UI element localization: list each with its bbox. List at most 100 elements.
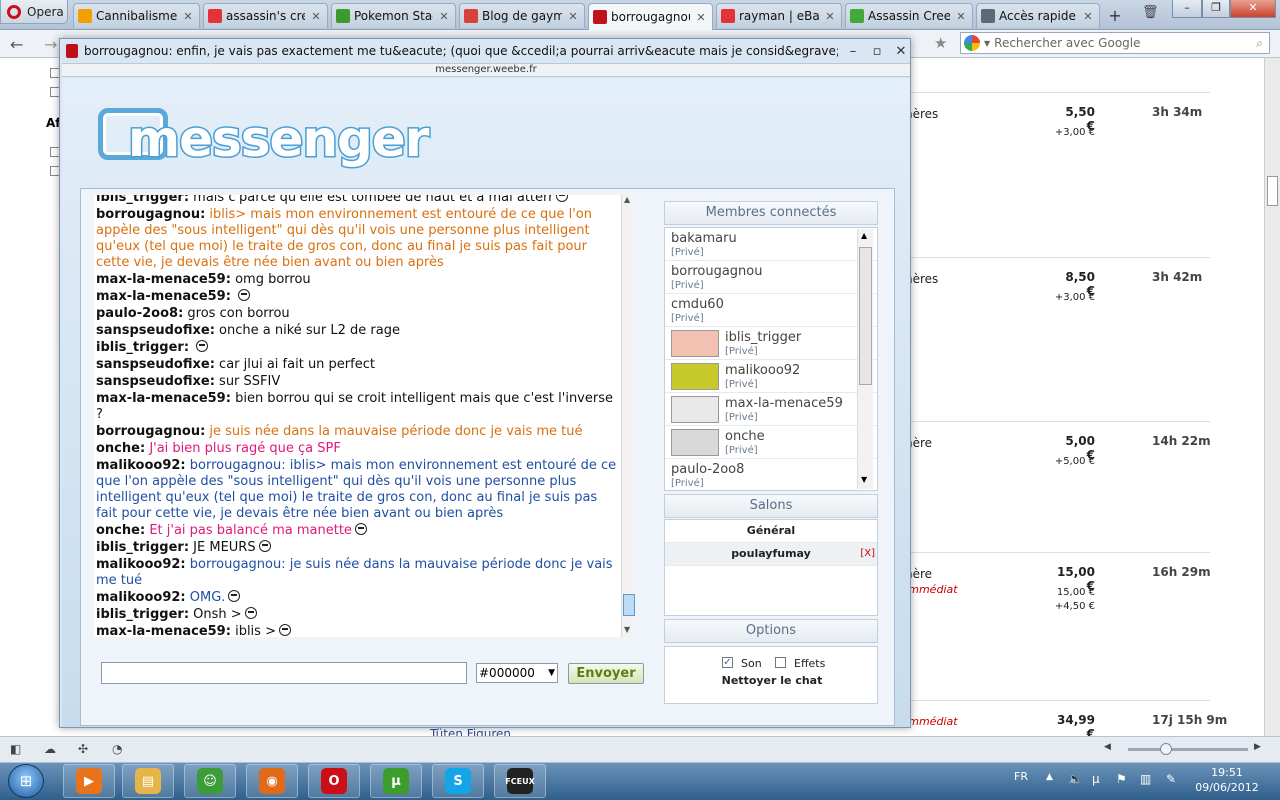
- message-author[interactable]: borrougagnou:: [96, 207, 205, 222]
- message-author[interactable]: malikooo92:: [96, 557, 186, 572]
- member-name[interactable]: malikooo92: [725, 363, 800, 378]
- scroll-up-icon[interactable]: ▲: [624, 195, 630, 204]
- tab-6[interactable]: Assassin Creed... ✕: [845, 3, 973, 28]
- message-scrollbar[interactable]: ▲ ▼: [621, 195, 635, 637]
- close-tab-icon[interactable]: ✕: [566, 10, 580, 23]
- member-item[interactable]: onche [Privé]: [665, 426, 877, 459]
- room-item[interactable]: Général: [665, 520, 877, 543]
- forward-arrow-icon[interactable]: →: [44, 35, 57, 54]
- member-item[interactable]: bakamaru [Privé]: [665, 228, 877, 261]
- message-author[interactable]: sanspseudofixe:: [96, 323, 215, 338]
- member-item[interactable]: cmdu60 [Privé]: [665, 294, 877, 327]
- message-author[interactable]: max-la-menace59:: [96, 272, 231, 287]
- message-author[interactable]: malikooo92:: [96, 590, 186, 605]
- unite-icon[interactable]: ✣: [78, 742, 88, 756]
- tab-2[interactable]: Pokemon Stad... ✕: [331, 3, 456, 28]
- taskbar-utorrent[interactable]: µ: [370, 764, 422, 798]
- close-tab-icon[interactable]: ✕: [823, 10, 837, 23]
- tab-7[interactable]: Accès rapide ✕: [976, 3, 1100, 28]
- listing-row[interactable]: hère 5,00 € +5,00 €14h 22m: [905, 421, 1211, 552]
- listing-row[interactable]: Immédiat 34,99 €17j 15h 9m: [905, 700, 1227, 741]
- close-tab-icon[interactable]: ✕: [694, 11, 708, 24]
- send-button[interactable]: Envoyer: [568, 663, 644, 684]
- color-select[interactable]: #000000 ▼: [476, 663, 558, 683]
- message-author[interactable]: sanspseudofixe:: [96, 357, 215, 372]
- close-tab-icon[interactable]: ✕: [309, 10, 323, 23]
- pen-icon[interactable]: ✎: [1166, 772, 1176, 786]
- message-author[interactable]: borrougagnou:: [96, 424, 205, 439]
- popup-minimize-button[interactable]: –: [844, 44, 862, 59]
- close-room-button[interactable]: [X]: [860, 543, 875, 565]
- clean-chat-link[interactable]: Nettoyer le chat: [665, 674, 879, 687]
- zoom-slider-knob[interactable]: [1160, 743, 1172, 755]
- restore-button[interactable]: ❐: [1202, 0, 1230, 18]
- start-button[interactable]: ⊞: [8, 764, 44, 798]
- popup-title-bar[interactable]: borrougagnou: enfin, je vais pas exactem…: [60, 39, 910, 63]
- popup-maximize-button[interactable]: ▫: [868, 44, 886, 59]
- taskbar-media-player[interactable]: ▶: [63, 764, 115, 798]
- network-icon[interactable]: ▥: [1140, 772, 1151, 786]
- tab-5[interactable]: rayman | eBay ✕: [716, 3, 842, 28]
- page-scrollbar[interactable]: [1264, 58, 1280, 736]
- private-message-link[interactable]: [Privé]: [671, 313, 704, 324]
- popup-close-button[interactable]: ✕: [892, 44, 910, 59]
- tab-0[interactable]: Cannibalisme ... ✕: [73, 3, 200, 28]
- scroll-up-icon[interactable]: ▲: [861, 231, 867, 240]
- trash-icon[interactable]: 🗑: [1142, 5, 1159, 23]
- member-name[interactable]: max-la-menace59: [725, 396, 843, 411]
- panel-toggle-icon[interactable]: ◧: [10, 742, 21, 756]
- message-author[interactable]: malikooo92:: [96, 458, 186, 473]
- tab-1[interactable]: assassin's creed... ✕: [203, 3, 328, 28]
- zoom-in-icon[interactable]: ▶: [1254, 742, 1261, 752]
- message-author[interactable]: iblis_trigger:: [96, 195, 189, 205]
- close-tab-icon[interactable]: ✕: [437, 10, 451, 23]
- member-item[interactable]: malikooo92 [Privé]: [665, 360, 877, 393]
- taskbar-skype[interactable]: S: [432, 764, 484, 798]
- close-tab-icon[interactable]: ✕: [181, 10, 195, 23]
- zoom-out-icon[interactable]: ◀: [1104, 742, 1111, 752]
- bookmark-star-icon[interactable]: ★: [934, 34, 947, 52]
- search-box[interactable]: ▼ Rechercher avec Google ⌕: [960, 32, 1270, 54]
- close-window-button[interactable]: ✕: [1230, 0, 1276, 18]
- taskbar-opera[interactable]: O: [308, 764, 360, 798]
- search-icon[interactable]: ⌕: [1256, 36, 1263, 51]
- scroll-thumb[interactable]: [859, 247, 872, 385]
- flag-icon[interactable]: ⚑: [1116, 772, 1127, 786]
- message-input[interactable]: [101, 662, 467, 684]
- taskbar-messenger[interactable]: ☺: [184, 764, 236, 798]
- scroll-down-icon[interactable]: ▼: [861, 475, 867, 484]
- new-tab-button[interactable]: +: [1104, 6, 1126, 26]
- message-author[interactable]: onche:: [96, 441, 145, 456]
- message-author[interactable]: max-la-menace59:: [96, 391, 231, 406]
- taskbar-explorer[interactable]: ▤: [122, 764, 174, 798]
- listing-row[interactable]: hère 15,00 €15,00 € +4,50 €16h 29m Immédiat: [905, 552, 1211, 700]
- tab-3[interactable]: Blog de gaym... ✕: [459, 3, 585, 28]
- language-indicator[interactable]: FR: [1014, 770, 1028, 783]
- member-name[interactable]: cmdu60: [671, 297, 724, 312]
- taskbar-firefox[interactable]: ◉: [246, 764, 298, 798]
- message-author[interactable]: onche:: [96, 523, 145, 538]
- member-item[interactable]: iblis_trigger [Privé]: [665, 327, 877, 360]
- member-name[interactable]: borrougagnou: [671, 264, 762, 279]
- member-item[interactable]: paulo-2oo8 [Privé]: [665, 459, 877, 490]
- tab-4[interactable]: borrougagnou... ✕: [588, 3, 713, 30]
- message-author[interactable]: iblis_trigger:: [96, 607, 189, 622]
- private-message-link[interactable]: [Privé]: [671, 247, 704, 258]
- message-author[interactable]: paulo-2oo8:: [96, 306, 183, 321]
- scroll-thumb[interactable]: [623, 594, 635, 616]
- member-item[interactable]: borrougagnou [Privé]: [665, 261, 877, 294]
- close-tab-icon[interactable]: ✕: [1081, 10, 1095, 23]
- private-message-link[interactable]: [Privé]: [725, 379, 758, 390]
- private-message-link[interactable]: [Privé]: [725, 445, 758, 456]
- private-message-link[interactable]: [Privé]: [725, 346, 758, 357]
- private-message-link[interactable]: [Privé]: [671, 478, 704, 489]
- zoom-slider-track[interactable]: [1128, 748, 1248, 751]
- message-author[interactable]: iblis_trigger:: [96, 540, 189, 555]
- message-author[interactable]: iblis_trigger:: [96, 340, 189, 355]
- private-message-link[interactable]: [Privé]: [671, 280, 704, 291]
- system-clock[interactable]: 19:51 09/06/2012: [1192, 765, 1262, 795]
- opera-menu-button[interactable]: Opera: [0, 0, 68, 24]
- search-dropdown-icon[interactable]: ▼: [984, 39, 990, 48]
- member-name[interactable]: onche: [725, 429, 765, 444]
- listing-row[interactable]: hères 5,50 € +3,00 €3h 34m: [905, 92, 1210, 257]
